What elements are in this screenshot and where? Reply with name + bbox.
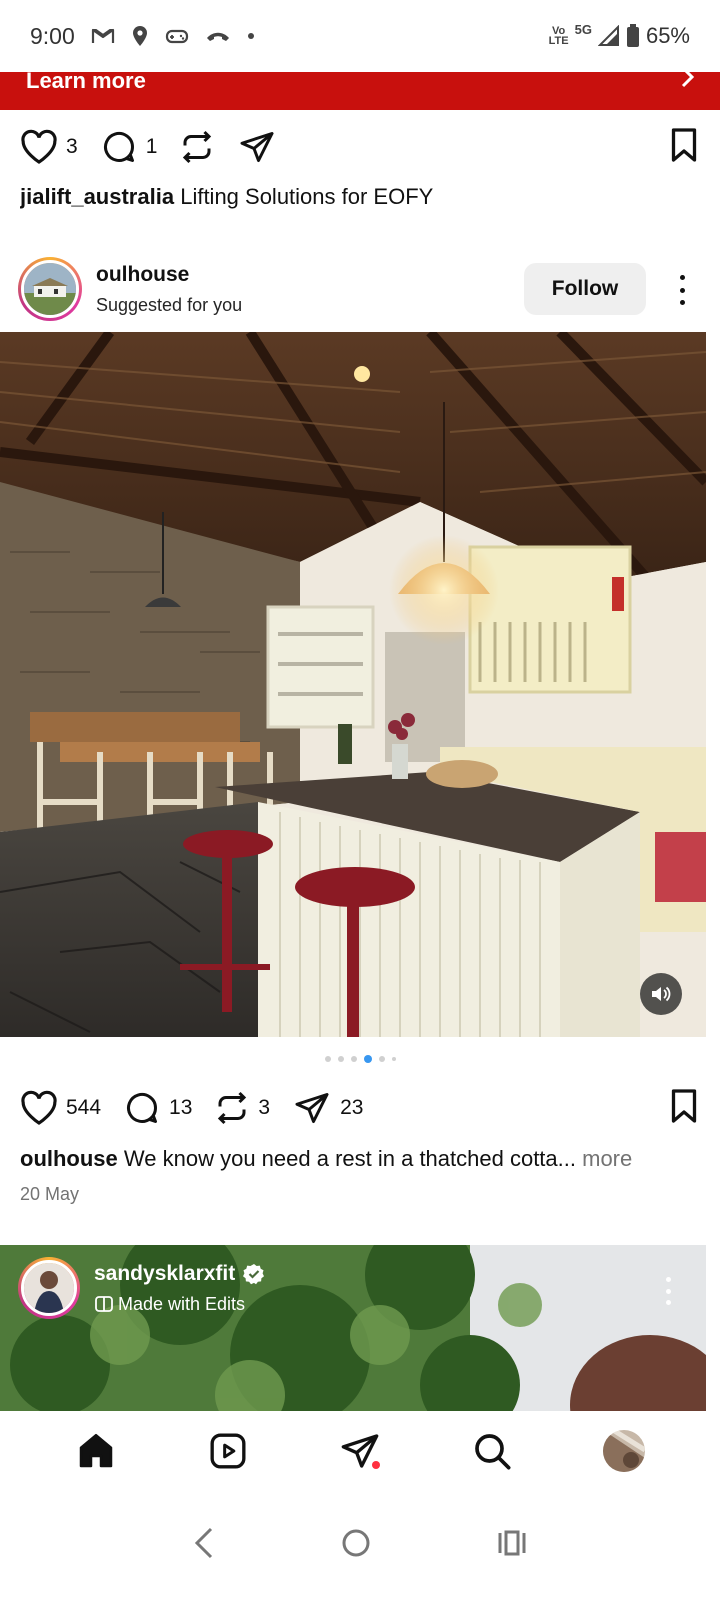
like-button[interactable]: 544 <box>20 1090 101 1126</box>
home-icon <box>79 1433 113 1468</box>
caption-username[interactable]: jialift_australia <box>20 184 174 209</box>
next-post-username[interactable]: sandysklarxfit <box>94 1262 235 1286</box>
search-icon <box>475 1434 511 1470</box>
follow-button[interactable]: Follow <box>524 263 646 315</box>
verified-icon <box>243 1263 265 1284</box>
signal-icon <box>597 25 620 47</box>
previous-post-caption: jialift_australia Lifting Solutions for … <box>20 184 710 210</box>
nav-home[interactable] <box>66 1421 126 1481</box>
home-circle-icon <box>342 1529 370 1557</box>
bottom-nav <box>0 1411 720 1491</box>
share-button[interactable]: 23 <box>292 1090 363 1126</box>
comment-button[interactable]: 1 <box>100 129 158 165</box>
avatar[interactable] <box>18 257 82 321</box>
caption-text: We know you need a rest in a thatched co… <box>123 1146 576 1171</box>
nav-messages[interactable] <box>330 1421 390 1481</box>
carousel-dot <box>324 1056 331 1062</box>
nav-search[interactable] <box>462 1421 522 1481</box>
recents-icon <box>498 1530 526 1556</box>
avatar[interactable] <box>18 1257 80 1319</box>
comment-count: 1 <box>145 135 158 158</box>
comment-count: 13 <box>169 1096 193 1119</box>
more-options-icon[interactable] <box>664 1277 672 1305</box>
repost-count: 3 <box>258 1096 271 1119</box>
status-bar: 9:00 Vo LTE 5G 65% <box>0 0 720 72</box>
heart-icon <box>21 129 57 164</box>
wifi-calling-icon: Vo LTE <box>548 25 569 47</box>
audio-toggle-button[interactable] <box>640 973 682 1015</box>
network-type: 5G <box>574 22 592 37</box>
battery-icon <box>626 24 640 48</box>
share-count: 23 <box>340 1096 364 1119</box>
comment-button[interactable]: 13 <box>123 1090 192 1126</box>
caption-username[interactable]: oulhouse <box>20 1146 118 1171</box>
chevron-right-icon <box>680 72 696 93</box>
comment-icon <box>127 1093 158 1123</box>
bookmark-icon <box>671 127 697 162</box>
post-actions: 544 13 3 23 <box>0 1085 720 1131</box>
post-image[interactable] <box>0 332 706 1037</box>
home-button[interactable] <box>341 1528 371 1563</box>
profile-avatar[interactable] <box>603 1430 645 1472</box>
post-username[interactable]: oulhouse <box>96 263 242 287</box>
carousel-dot-active <box>363 1055 372 1063</box>
gmail-icon <box>91 27 115 45</box>
carousel-dot <box>350 1056 357 1062</box>
more-link[interactable]: more <box>582 1146 632 1171</box>
recents-button[interactable] <box>497 1529 527 1562</box>
send-icon <box>295 1093 329 1123</box>
like-button[interactable]: 3 <box>20 129 78 165</box>
like-count: 3 <box>66 135 78 158</box>
share-button[interactable] <box>237 129 277 165</box>
repost-button[interactable] <box>179 129 215 165</box>
more-options-icon[interactable] <box>678 275 686 305</box>
back-button[interactable] <box>193 1526 215 1565</box>
repost-icon <box>218 1091 247 1125</box>
dot-icon <box>247 32 255 40</box>
ad-cta-banner[interactable]: Learn more <box>0 72 720 110</box>
heart-icon <box>21 1090 57 1125</box>
speaker-icon <box>652 986 671 1002</box>
previous-post-actions: 3 1 <box>0 124 720 170</box>
bookmark-icon <box>671 1088 697 1123</box>
comment-icon <box>103 132 134 162</box>
gamepad-icon <box>165 27 189 45</box>
learn-more-link[interactable]: Learn more <box>26 72 146 94</box>
repost-icon <box>183 130 212 164</box>
save-button[interactable] <box>668 1088 700 1129</box>
nav-reels[interactable] <box>198 1421 258 1481</box>
repost-button[interactable]: 3 <box>214 1090 270 1126</box>
save-button[interactable] <box>668 127 700 168</box>
send-icon <box>240 132 274 162</box>
post-caption[interactable]: oulhouse We know you need a rest in a th… <box>20 1146 710 1172</box>
suggested-label: Suggested for you <box>96 294 243 315</box>
reels-icon <box>210 1433 246 1469</box>
carousel-dot <box>378 1056 385 1062</box>
post-date: 20 May <box>20 1184 80 1204</box>
carousel-indicator <box>0 1055 720 1063</box>
notification-dot <box>372 1461 380 1469</box>
carousel-dot <box>337 1056 344 1062</box>
back-icon <box>194 1527 213 1559</box>
next-post-header: sandysklarxfit Made with Edits <box>18 1257 265 1319</box>
carousel-dot <box>391 1057 396 1061</box>
post-header: oulhouse Suggested for you Follow <box>0 253 720 325</box>
system-nav-bar <box>0 1491 720 1600</box>
nav-profile[interactable] <box>594 1421 654 1481</box>
like-count: 544 <box>66 1096 102 1119</box>
clock: 9:00 <box>30 22 75 49</box>
caption-text: Lifting Solutions for EOFY <box>180 184 434 209</box>
missed-call-icon <box>205 27 231 45</box>
location-icon <box>131 25 149 47</box>
next-post-media[interactable]: sandysklarxfit Made with Edits <box>0 1245 706 1411</box>
edits-icon <box>95 1296 113 1312</box>
battery-level: 65% <box>645 23 690 48</box>
made-with-edits-label[interactable]: Made with Edits <box>118 1294 245 1315</box>
